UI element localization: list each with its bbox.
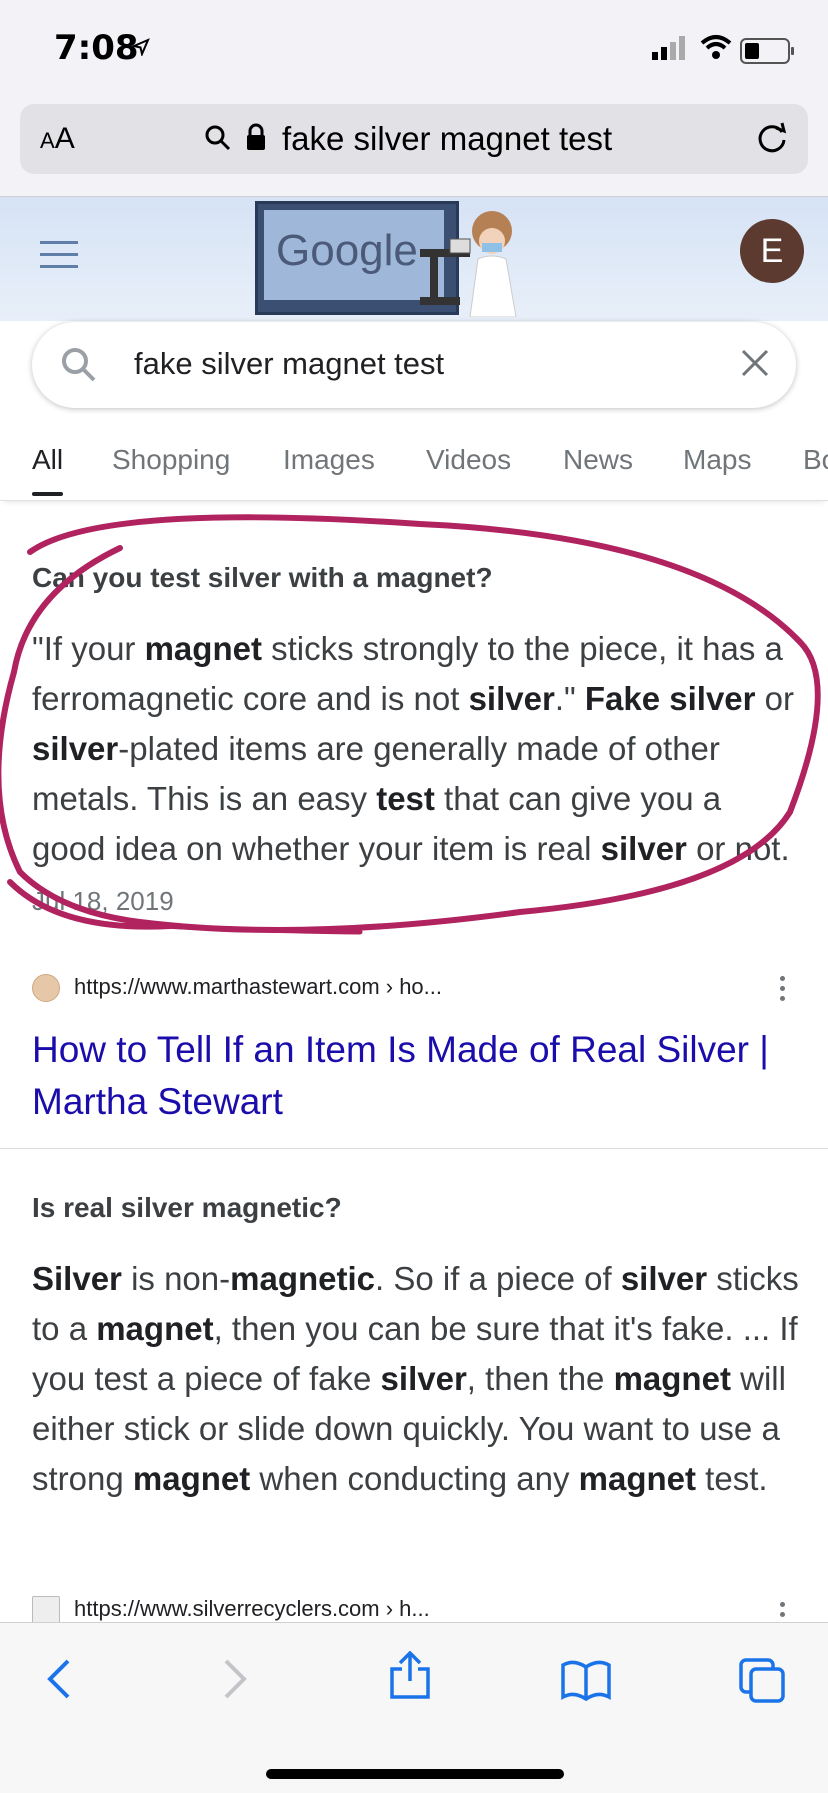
hand-drawn-circle-annotation <box>0 514 821 935</box>
site-favicon <box>32 1596 60 1625</box>
more-options-icon[interactable] <box>780 976 785 1006</box>
snippet-text: Silver is non-magnetic. So if a piece of… <box>32 1260 799 1497</box>
back-icon[interactable] <box>44 1657 74 1701</box>
reload-icon[interactable] <box>754 120 790 156</box>
doodle-scientist-illustration <box>420 211 517 317</box>
search-tabs: All Shopping Images Videos News Maps Bo <box>0 420 828 501</box>
google-search-box[interactable]: fake silver magnet test <box>32 322 796 408</box>
safari-toolbar <box>0 1622 828 1793</box>
google-header: Google E <box>0 197 828 321</box>
url-text: fake silver magnet test <box>282 120 613 157</box>
doodle-logo-text: Google <box>276 226 418 275</box>
status-bar: 7:08 <box>0 0 828 96</box>
reader-text-size-button[interactable]: AA <box>40 122 75 156</box>
url-field[interactable]: AA fake silver magnet test <box>20 104 808 174</box>
safari-address-bar: AA fake silver magnet test <box>0 96 828 197</box>
status-time: 7:08 <box>54 28 139 68</box>
people-also-ask-card: Is real silver magnetic? Silver is non-m… <box>0 1150 828 1627</box>
search-icon[interactable] <box>60 346 98 384</box>
site-favicon <box>32 974 60 1003</box>
search-input[interactable]: fake silver magnet test <box>134 346 444 382</box>
result-title-link[interactable]: How to Tell If an Item Is Made of Real S… <box>32 1024 772 1128</box>
tab-videos[interactable]: Videos <box>426 444 511 476</box>
tabs-icon[interactable] <box>738 1657 786 1703</box>
tab-books[interactable]: Bo <box>803 444 828 476</box>
lock-icon <box>247 123 265 150</box>
bookmarks-icon[interactable] <box>560 1659 612 1701</box>
featured-snippet-card: Can you test silver with a magnet? "If y… <box>0 514 828 1150</box>
wifi-icon <box>700 35 732 59</box>
tab-all[interactable]: All <box>32 444 64 496</box>
result-source-url[interactable]: https://www.silverrecyclers.com › h... <box>32 1596 430 1625</box>
snippet-question: Is real silver magnetic? <box>32 1192 342 1223</box>
cellular-signal-icon <box>652 36 685 60</box>
clear-search-icon[interactable] <box>738 346 772 380</box>
battery-icon <box>740 38 794 64</box>
search-icon <box>205 125 231 151</box>
tab-maps[interactable]: Maps <box>683 444 751 476</box>
tab-news[interactable]: News <box>563 444 633 476</box>
tab-images[interactable]: Images <box>283 444 375 476</box>
share-icon[interactable] <box>388 1651 432 1701</box>
home-indicator[interactable] <box>266 1769 564 1779</box>
account-avatar[interactable]: E <box>740 219 804 283</box>
result-divider <box>0 1148 828 1149</box>
hamburger-menu-icon[interactable] <box>40 241 78 277</box>
result-source-url[interactable]: https://www.marthastewart.com › ho... <box>32 974 442 1003</box>
tab-shopping[interactable]: Shopping <box>112 444 230 476</box>
forward-icon[interactable] <box>220 1657 250 1701</box>
location-arrow-icon <box>132 38 150 56</box>
